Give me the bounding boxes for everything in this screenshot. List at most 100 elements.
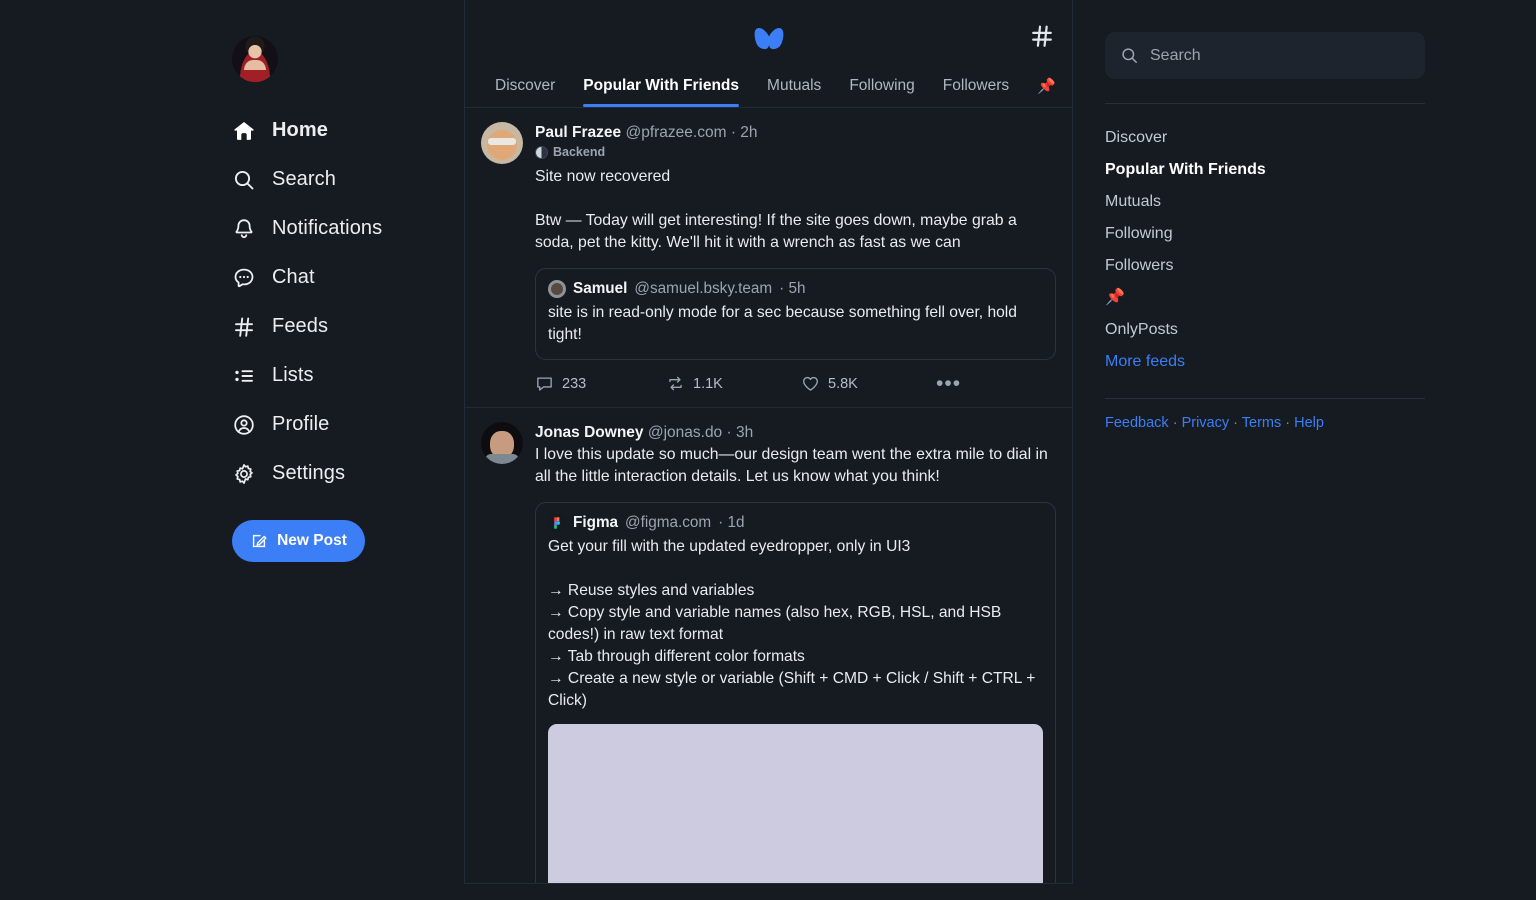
reply-count: 233	[562, 375, 587, 392]
butterfly-logo-icon	[754, 28, 783, 50]
compose-icon	[252, 534, 267, 548]
more-feeds-link[interactable]: More feeds	[1105, 346, 1425, 378]
reply-button[interactable]: 233	[535, 374, 666, 393]
quoted-timestamp: · 5h	[779, 280, 806, 297]
post-text: Site now recovered Btw — Today will get …	[535, 168, 1017, 251]
sidebar-item-home[interactable]: Home	[232, 106, 464, 155]
feed-column: Discover Popular With Friends Mutuals Fo…	[464, 0, 1073, 884]
globe-badge-icon	[535, 145, 548, 159]
sidebar-item-profile[interactable]: Profile	[232, 400, 464, 449]
feed-link-popular-with-friends[interactable]: Popular With Friends	[1105, 154, 1425, 186]
post-actions: 233 1.1K 5.8K •••	[535, 373, 1056, 395]
post-body: Jonas Downey @jonas.do · 3h I love this …	[535, 422, 1056, 883]
sidebar-item-feeds[interactable]: Feeds	[232, 302, 464, 351]
sidebar-item-label: Profile	[272, 413, 330, 435]
left-sidebar: Home Search Notifications Chat Feeds Lis…	[0, 0, 464, 900]
user-avatar[interactable]	[232, 36, 278, 82]
sidebar-item-label: Search	[272, 168, 336, 190]
sidebar-item-label: Lists	[272, 364, 314, 386]
figma-logo-icon	[548, 514, 566, 532]
sidebar-item-notifications[interactable]: Notifications	[232, 204, 464, 253]
avatar	[548, 280, 566, 298]
feedback-link[interactable]: Feedback	[1105, 415, 1169, 431]
help-link[interactable]: Help	[1294, 415, 1324, 431]
sidebar-item-search[interactable]: Search	[232, 155, 464, 204]
tab-mutuals[interactable]: Mutuals	[753, 77, 835, 107]
like-count: 5.8K	[828, 375, 858, 392]
more-options-button[interactable]: •••	[936, 373, 961, 394]
author-handle[interactable]: @pfrazee.com	[625, 124, 726, 141]
chat-bubble-icon	[234, 268, 254, 287]
repost-button[interactable]: 1.1K	[666, 374, 801, 393]
feed-link-pinned[interactable]: 📌	[1105, 282, 1425, 314]
hash-icon	[1032, 25, 1052, 47]
sidebar-item-settings[interactable]: Settings	[232, 449, 464, 498]
feed-link-onlyposts[interactable]: OnlyPosts	[1105, 314, 1425, 346]
repost-count: 1.1K	[693, 375, 723, 392]
tab-pinned[interactable]: 📌	[1023, 77, 1056, 107]
author-handle[interactable]: @jonas.do	[648, 424, 722, 441]
quoted-post-image[interactable]	[548, 724, 1043, 883]
feed-links-list: Discover Popular With Friends Mutuals Fo…	[1105, 122, 1425, 378]
like-button[interactable]: 5.8K	[801, 374, 936, 393]
post-badge: Backend	[535, 145, 1056, 159]
post-item[interactable]: Paul Frazee @pfrazee.com · 2h Backend Si…	[465, 108, 1072, 408]
new-post-button[interactable]: New Post	[232, 520, 365, 562]
home-icon	[234, 121, 254, 140]
post-text: I love this update so much—our design te…	[535, 446, 1053, 485]
gear-icon	[235, 463, 253, 484]
post-timestamp: · 2h	[730, 124, 758, 141]
main-navigation: Home Search Notifications Chat Feeds Lis…	[232, 106, 464, 498]
badge-label: Backend	[553, 145, 606, 159]
tab-following[interactable]: Following	[835, 77, 928, 107]
tab-followers[interactable]: Followers	[929, 77, 1023, 107]
feed-link-followers[interactable]: Followers	[1105, 250, 1425, 282]
footer-separator: ·	[1281, 415, 1295, 431]
heart-icon	[803, 376, 818, 391]
footer-separator: ·	[1168, 415, 1182, 431]
privacy-link[interactable]: Privacy	[1182, 415, 1230, 431]
post-meta: Paul Frazee @pfrazee.com · 2h	[535, 122, 1056, 143]
quoted-author-name: Samuel	[573, 280, 628, 297]
quoted-post[interactable]: Samuel @samuel.bsky.team · 5h site is in…	[535, 268, 1056, 360]
tab-discover[interactable]: Discover	[481, 77, 569, 107]
sidebar-item-chat[interactable]: Chat	[232, 253, 464, 302]
sidebar-item-label: Notifications	[272, 217, 383, 239]
list-icon	[235, 369, 253, 382]
tab-popular-with-friends[interactable]: Popular With Friends	[569, 77, 753, 107]
quoted-author-handle: @samuel.bsky.team	[634, 280, 773, 297]
search-icon	[1122, 48, 1137, 63]
post-meta: Jonas Downey @jonas.do · 3h	[535, 422, 1056, 443]
post-item[interactable]: Jonas Downey @jonas.do · 3h I love this …	[465, 408, 1072, 883]
sidebar-item-label: Settings	[272, 462, 346, 484]
feeds-hash-button[interactable]	[1028, 22, 1056, 50]
sidebar-item-lists[interactable]: Lists	[232, 351, 464, 400]
author-name[interactable]: Paul Frazee	[535, 124, 621, 141]
avatar[interactable]	[481, 422, 523, 464]
sidebar-item-label: Chat	[272, 266, 315, 288]
quoted-post[interactable]: Figma @figma.com · 1d Get your fill with…	[535, 502, 1056, 883]
post-timestamp: · 3h	[726, 424, 754, 441]
hash-icon	[235, 317, 253, 337]
quoted-post-meta: Figma @figma.com · 1d	[548, 514, 1043, 532]
feed-link-following[interactable]: Following	[1105, 218, 1425, 250]
divider	[1105, 103, 1425, 104]
feed-link-mutuals[interactable]: Mutuals	[1105, 186, 1425, 218]
quoted-timestamp: · 1d	[718, 514, 745, 531]
new-post-label: New Post	[277, 532, 347, 549]
user-circle-icon	[234, 414, 254, 435]
search-bar[interactable]	[1105, 32, 1425, 79]
divider	[1105, 398, 1425, 399]
avatar[interactable]	[481, 122, 523, 164]
quoted-post-text: Get your fill with the updated eyedroppe…	[548, 538, 1036, 709]
footer-links: Feedback · Privacy · Terms · Help	[1105, 415, 1425, 431]
feed-tabs: Discover Popular With Friends Mutuals Fo…	[465, 64, 1072, 108]
feed-link-discover[interactable]: Discover	[1105, 122, 1425, 154]
terms-link[interactable]: Terms	[1242, 415, 1281, 431]
search-input[interactable]	[1150, 46, 1410, 65]
sidebar-item-label: Home	[272, 119, 328, 141]
search-icon	[234, 170, 254, 189]
post-body: Paul Frazee @pfrazee.com · 2h Backend Si…	[535, 122, 1056, 407]
author-name[interactable]: Jonas Downey	[535, 424, 644, 441]
right-sidebar: Discover Popular With Friends Mutuals Fo…	[1073, 0, 1536, 900]
